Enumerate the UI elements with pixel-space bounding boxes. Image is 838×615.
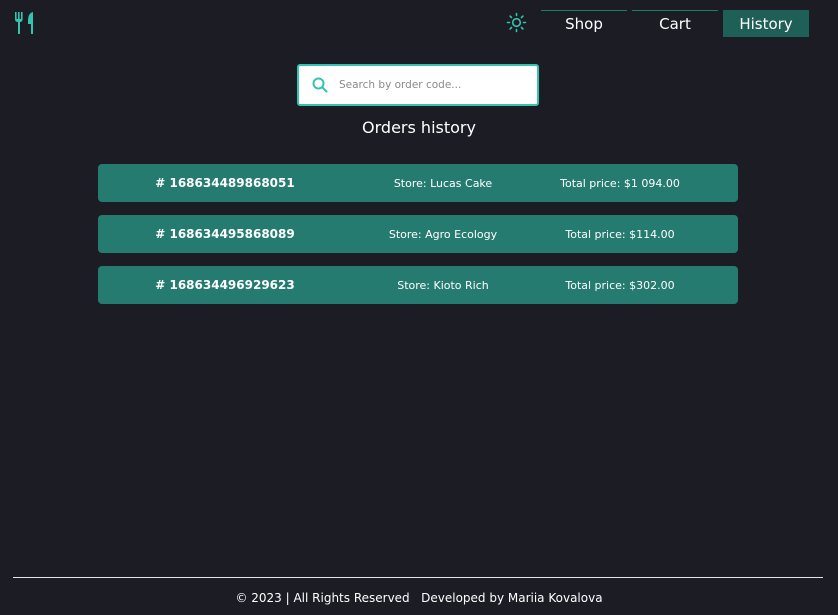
footer-copyright: © 2023 | All Rights Reserved: [235, 591, 410, 605]
page-title: Orders history: [362, 118, 476, 137]
search-icon[interactable]: [311, 76, 329, 94]
order-store: Store: Kioto Rich: [397, 278, 489, 292]
order-row[interactable]: # 168634495868089 Store: Agro Ecology To…: [98, 215, 738, 253]
order-total: Total price: $302.00: [565, 278, 675, 292]
main-nav: Shop Cart History: [541, 10, 809, 37]
order-total: Total price: $1 094.00: [560, 176, 680, 190]
footer: © 2023 | All Rights Reserved Developed b…: [0, 591, 838, 605]
order-row[interactable]: # 168634489868051 Store: Lucas Cake Tota…: [98, 164, 738, 202]
order-store: Store: Lucas Cake: [393, 176, 493, 190]
footer-divider: [13, 577, 823, 578]
search-input[interactable]: [339, 79, 529, 91]
nav-shop[interactable]: Shop: [541, 10, 627, 37]
nav-history[interactable]: History: [723, 10, 809, 37]
order-total: Total price: $114.00: [565, 227, 675, 241]
search-box: [297, 64, 539, 106]
footer-developer: Developed by Mariia Kovalova: [421, 591, 603, 605]
order-code: # 168634496929623: [155, 278, 295, 292]
order-code: # 168634489868051: [155, 176, 295, 190]
order-row[interactable]: # 168634496929623 Store: Kioto Rich Tota…: [98, 266, 738, 304]
page: Shop Cart History Orders history # 16863…: [0, 0, 838, 615]
fork-knife-icon[interactable]: [13, 11, 37, 35]
footer-spacer: [410, 591, 421, 605]
sun-icon[interactable]: [506, 12, 527, 33]
nav-cart[interactable]: Cart: [632, 10, 718, 37]
order-store: Store: Agro Ecology: [388, 227, 498, 241]
orders-list: # 168634489868051 Store: Lucas Cake Tota…: [98, 164, 738, 317]
order-code: # 168634495868089: [155, 227, 295, 241]
